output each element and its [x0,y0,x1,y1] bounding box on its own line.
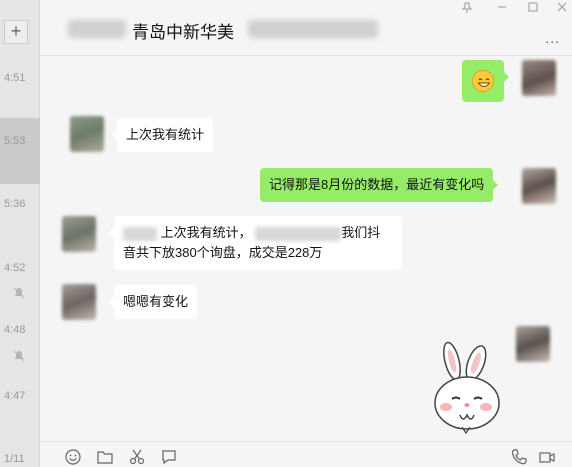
more-icon[interactable]: ... [545,30,560,46]
rabbit-sticker-icon[interactable] [422,341,512,439]
conversation-sidebar: + 4:51 5:53 5:36 4:52 4:48 4:47 1/11 [0,0,40,467]
message-bubble-out[interactable] [462,60,509,102]
conversation-time: 4:47 [4,390,26,402]
conversation-item[interactable]: 4:52 [0,256,40,276]
contact-avatar[interactable] [62,216,96,252]
mute-bell-icon [13,350,25,365]
conversation-time: 1/11 [4,453,25,465]
conversation-time: 4:48 [4,324,26,336]
conversation-item-selected[interactable]: 5:53 [0,118,40,184]
minimize-icon[interactable] [497,2,507,15]
my-avatar[interactable] [522,60,556,96]
contact-avatar[interactable] [62,284,96,320]
message-list: 上次我有统计 记得那是8月份的数据，最近有变化吗 上次我有统计， 我们抖 音共下… [40,56,572,441]
message-bubble-in[interactable]: 上次我有统计 [111,118,214,152]
contact-avatar[interactable] [70,116,104,152]
input-toolbar [40,441,572,467]
conversation-item[interactable]: 4:47 [0,384,40,408]
conversation-item[interactable]: 1/11 [0,450,40,467]
conversation-time: 5:36 [4,198,26,210]
folder-icon[interactable] [96,448,114,466]
blurred-text [255,226,342,241]
conversation-item[interactable]: 4:51 [0,60,40,102]
conversation-item[interactable]: 4:48 [0,318,40,338]
message-bubble-in[interactable]: 嗯嗯有变化 [108,285,198,319]
conversation-time: 4:52 [4,262,26,274]
blurred-text [123,226,157,241]
blurred-name [248,20,378,38]
pin-icon[interactable] [461,2,473,17]
emoji-icon[interactable] [64,448,82,466]
message-text: 上次我有统计， [160,225,252,240]
message-bubble-out[interactable]: 记得那是8月份的数据，最近有变化吗 [260,168,499,202]
maximize-icon[interactable] [528,2,538,15]
mute-bell-icon [13,287,25,302]
grinning-emoji-icon [472,70,494,92]
my-avatar[interactable] [516,326,550,362]
close-icon[interactable] [557,2,567,15]
chat-history-icon[interactable] [160,448,178,466]
conversation-time: 4:51 [4,72,26,84]
conversation-time: 5:53 [4,135,26,147]
video-icon[interactable] [538,448,556,466]
message-text: 我们抖 [341,225,381,240]
chat-header: 青岛中新华美 ... [40,0,572,56]
blurred-name [68,20,126,38]
conversation-item[interactable]: 5:36 [0,188,40,224]
message-bubble-in[interactable]: 上次我有统计， 我们抖 音共下放380个询盘，成交是228万 [109,216,402,270]
phone-icon[interactable] [510,448,528,466]
message-line: 音共下放380个询盘，成交是228万 [123,245,323,260]
scissors-icon[interactable] [128,448,146,466]
add-button[interactable]: + [4,20,28,44]
my-avatar[interactable] [522,168,556,204]
message-line: 上次我有统计， 我们抖 [123,223,393,243]
chat-title: 青岛中新华美 [132,23,234,42]
